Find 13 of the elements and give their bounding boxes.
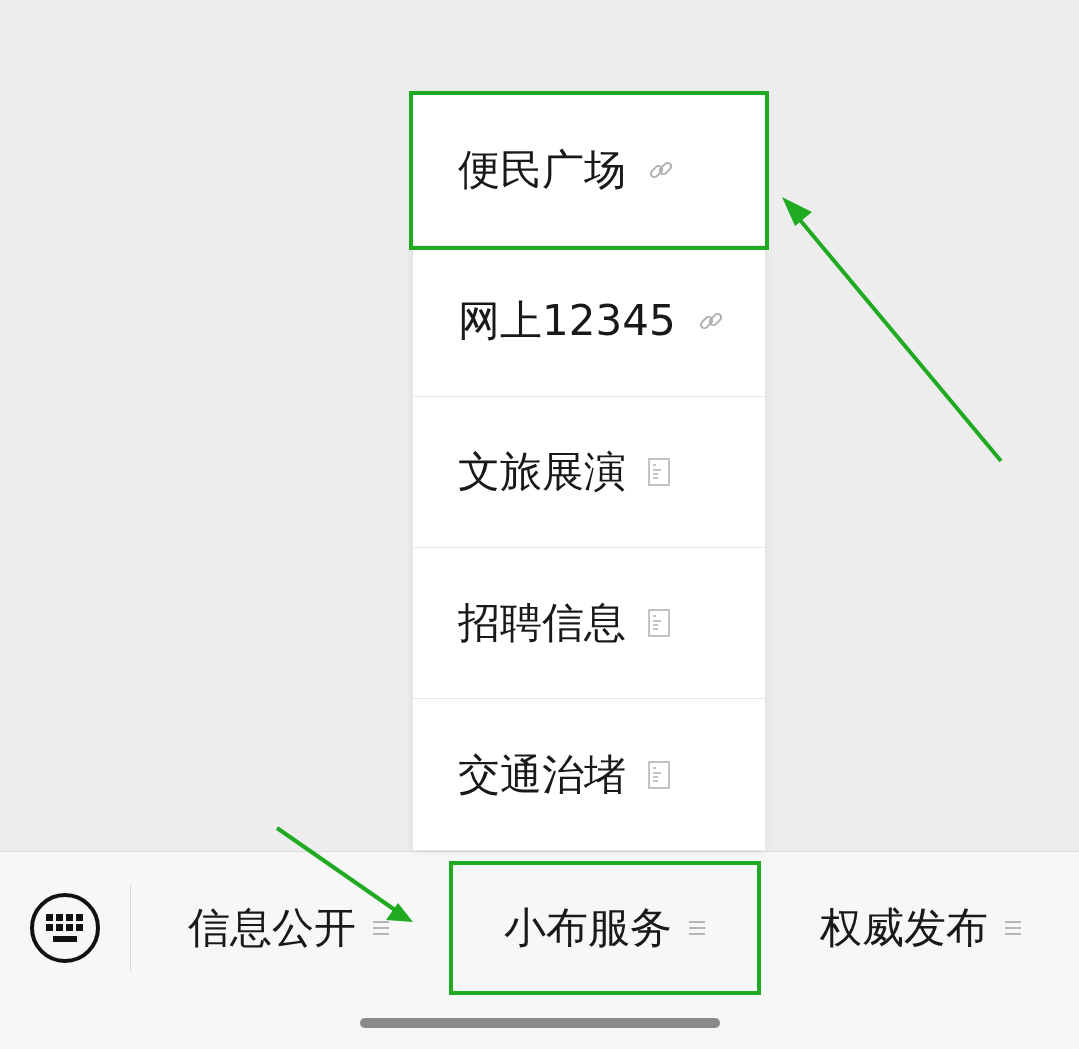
menu-tab[interactable]: 小布服务 (451, 863, 759, 993)
submenu-item[interactable]: 招聘信息 (413, 548, 765, 699)
menu-tab[interactable]: 权威发布 (767, 863, 1075, 993)
menu-icon (1004, 920, 1022, 936)
document-icon (648, 458, 670, 486)
menu-icon (372, 920, 390, 936)
submenu-item[interactable]: 交通治堵 (413, 699, 765, 850)
keyboard-icon[interactable] (29, 892, 101, 964)
submenu-item[interactable]: 文旅展演 (413, 397, 765, 548)
document-icon (648, 609, 670, 637)
menu-icon (688, 920, 706, 936)
document-icon (648, 760, 670, 789)
menu-tab[interactable]: 信息公开 (135, 863, 443, 993)
